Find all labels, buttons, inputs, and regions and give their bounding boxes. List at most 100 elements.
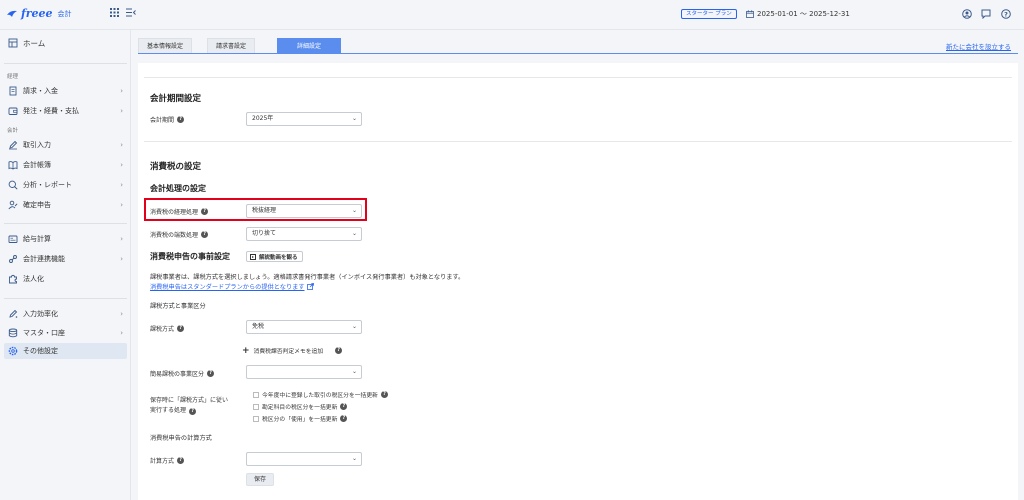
sidebar-item-label: 確定申告 bbox=[23, 201, 51, 209]
tab-invoice-settings[interactable]: 請求書設定 bbox=[207, 38, 256, 53]
checkbox-update-tax-usage[interactable]: 税区分の「使用」を一括更新 ? bbox=[253, 414, 388, 423]
taxation-method-label: 課税方式 ? bbox=[150, 324, 185, 333]
person-edit-icon bbox=[8, 200, 18, 210]
gear-icon bbox=[8, 346, 18, 356]
business-category-select[interactable]: ⌄ bbox=[246, 365, 362, 379]
sidebar-item-transactions[interactable]: 取引入力 › bbox=[4, 137, 127, 153]
sidebar-item-expenses[interactable]: 発注・経費・支払 › bbox=[4, 103, 127, 119]
section-label-keiri: 経理 bbox=[7, 74, 19, 80]
freee-logo[interactable]: freee 会計 bbox=[6, 7, 72, 20]
apps-grid-icon[interactable] bbox=[108, 8, 120, 20]
accounting-subtitle: 会計処理の設定 bbox=[150, 184, 206, 193]
watch-video-button[interactable]: ▸ 解説動画を観る bbox=[246, 251, 303, 262]
sidebar-item-other-settings[interactable]: その他設定 bbox=[4, 343, 127, 359]
help-icon[interactable]: ? bbox=[340, 415, 348, 422]
label-text: 計算方式 bbox=[150, 458, 175, 465]
pencil-icon bbox=[8, 140, 18, 150]
sidebar-divider bbox=[4, 223, 127, 224]
sidebar-item-efficiency[interactable]: 入力効率化 › bbox=[4, 306, 127, 322]
on-save-label: 保存時に「課税方式」に従い 実行する処理 ? bbox=[150, 396, 228, 416]
tax-rounding-select[interactable]: 切り捨て ⌄ bbox=[246, 227, 362, 241]
tab-basic-info[interactable]: 基本情報設定 bbox=[138, 38, 193, 53]
sidebar-item-label: その他設定 bbox=[23, 347, 58, 355]
calc-section-label: 消費税申告の計算方式 bbox=[150, 435, 212, 442]
taxation-method-select[interactable]: 免税 ⌄ bbox=[246, 320, 362, 334]
help-icon[interactable]: ? bbox=[189, 407, 197, 415]
add-memo-button[interactable]: + 消費税課否判定メモを追加 ? bbox=[242, 346, 343, 355]
sidebar-item-label: 会計帳簿 bbox=[23, 161, 51, 169]
checkbox-update-transactions[interactable]: 今年度中に登録した取引の税区分を一括更新 ? bbox=[253, 390, 388, 399]
sidebar-item-label: 請求・入金 bbox=[23, 87, 58, 95]
help-icon[interactable]: ? bbox=[1000, 9, 1012, 21]
help-icon[interactable]: ? bbox=[340, 403, 348, 410]
chevron-right-icon: › bbox=[120, 235, 123, 243]
help-icon[interactable]: ? bbox=[177, 116, 185, 123]
sidebar-item-billing[interactable]: 請求・入金 › bbox=[4, 83, 127, 99]
collapse-menu-icon[interactable] bbox=[125, 8, 137, 20]
sidebar-item-label: 入力効率化 bbox=[23, 310, 58, 318]
chevron-down-icon: ⌄ bbox=[351, 115, 357, 122]
magic-pencil-icon bbox=[8, 309, 18, 319]
fiscal-period-select[interactable]: 2025年 ⌄ bbox=[246, 112, 362, 126]
sidebar-item-ledgers[interactable]: 会計帳簿 › bbox=[4, 157, 127, 173]
sidebar-divider bbox=[4, 298, 127, 299]
checkbox[interactable] bbox=[253, 403, 259, 410]
label-line: 保存時に「課税方式」に従い bbox=[150, 397, 229, 404]
settings-panel: 会計期間設定 会計期間 ? 2025年 ⌄ 消費税の設定 会計処理の設定 消費税… bbox=[138, 63, 1018, 500]
fiscal-period-selector[interactable]: 2025-01-01 ～ 2025-12-31 bbox=[746, 9, 850, 19]
chevron-right-icon: › bbox=[120, 310, 123, 318]
button-label: 消費税課否判定メモを追加 bbox=[253, 349, 324, 355]
chevron-right-icon: › bbox=[120, 255, 123, 263]
chevron-right-icon: › bbox=[120, 141, 123, 149]
save-button[interactable]: 保存 bbox=[246, 473, 275, 486]
label-text: 簡易課税の事業区分 bbox=[150, 371, 205, 378]
sidebar-item-label: 法人化 bbox=[23, 275, 44, 283]
checkbox-label: 今年度中に登録した取引の税区分を一括更新 bbox=[262, 393, 378, 399]
tab-advanced-settings[interactable]: 詳細設定 bbox=[277, 38, 341, 53]
calc-method-label: 計算方式 ? bbox=[150, 456, 185, 465]
chevron-right-icon: › bbox=[120, 329, 123, 337]
chevron-down-icon: ⌄ bbox=[351, 230, 357, 237]
standard-plan-link[interactable]: 消費税申告はスタンダードプランからの提供となります bbox=[150, 282, 314, 291]
book-icon bbox=[8, 160, 18, 170]
svg-text:?: ? bbox=[1004, 10, 1008, 18]
message-icon[interactable] bbox=[980, 9, 992, 21]
prefiling-title: 消費税申告の事前設定 bbox=[150, 252, 230, 261]
tax-rounding-label: 消費税の端数処理 ? bbox=[150, 230, 209, 239]
help-icon[interactable]: ? bbox=[177, 457, 185, 464]
sidebar-item-tax-return[interactable]: 確定申告 › bbox=[4, 197, 127, 213]
help-icon[interactable]: ? bbox=[201, 231, 209, 238]
help-icon[interactable]: ? bbox=[380, 391, 388, 398]
highlight-box bbox=[144, 198, 367, 221]
checkbox[interactable] bbox=[253, 415, 259, 422]
sidebar-item-reports[interactable]: 分析・レポート › bbox=[4, 177, 127, 193]
label-text: 会計期間 bbox=[150, 117, 175, 124]
chevron-right-icon: › bbox=[120, 87, 123, 95]
sidebar-item-payroll[interactable]: 給与計算 › bbox=[4, 231, 127, 247]
bird-logo-icon bbox=[7, 10, 17, 17]
account-icon[interactable] bbox=[961, 9, 973, 21]
tax-section-title: 消費税の設定 bbox=[150, 162, 202, 172]
link-text: 消費税申告はスタンダードプランからの提供となります bbox=[150, 284, 305, 291]
sidebar-item-home[interactable]: ホーム bbox=[4, 35, 127, 51]
fiscal-period-label: 会計期間 ? bbox=[150, 115, 185, 124]
new-company-link[interactable]: 新たに会社を設立する bbox=[946, 41, 1011, 51]
chevron-right-icon: › bbox=[120, 181, 123, 189]
sidebar-item-incorporation[interactable]: 法人化 bbox=[4, 271, 127, 287]
checkbox-update-account-items[interactable]: 勘定科目の税区分を一括更新 ? bbox=[253, 402, 388, 411]
help-icon[interactable]: ? bbox=[207, 370, 215, 377]
fiscal-section-title: 会計期間設定 bbox=[150, 94, 202, 104]
brand-name: freee bbox=[21, 7, 53, 20]
section-label-kaikei: 会計 bbox=[7, 128, 19, 134]
external-link-icon bbox=[306, 283, 314, 290]
calc-method-select[interactable]: ⌄ bbox=[246, 452, 362, 466]
help-icon[interactable]: ? bbox=[335, 347, 343, 354]
sidebar-item-integrations[interactable]: 会計連携機能 › bbox=[4, 251, 127, 267]
document-icon bbox=[8, 86, 18, 96]
taxation-description: 課税事業者は、課税方式を選択しましょう。適格請求書発行事業者（インボイス発行事業… bbox=[150, 274, 465, 281]
chevron-right-icon: › bbox=[120, 107, 123, 115]
puzzle-icon bbox=[8, 274, 18, 284]
help-icon[interactable]: ? bbox=[177, 325, 185, 332]
sidebar-item-master-accounts[interactable]: マスタ・口座 › bbox=[4, 325, 127, 341]
checkbox[interactable] bbox=[253, 391, 259, 398]
